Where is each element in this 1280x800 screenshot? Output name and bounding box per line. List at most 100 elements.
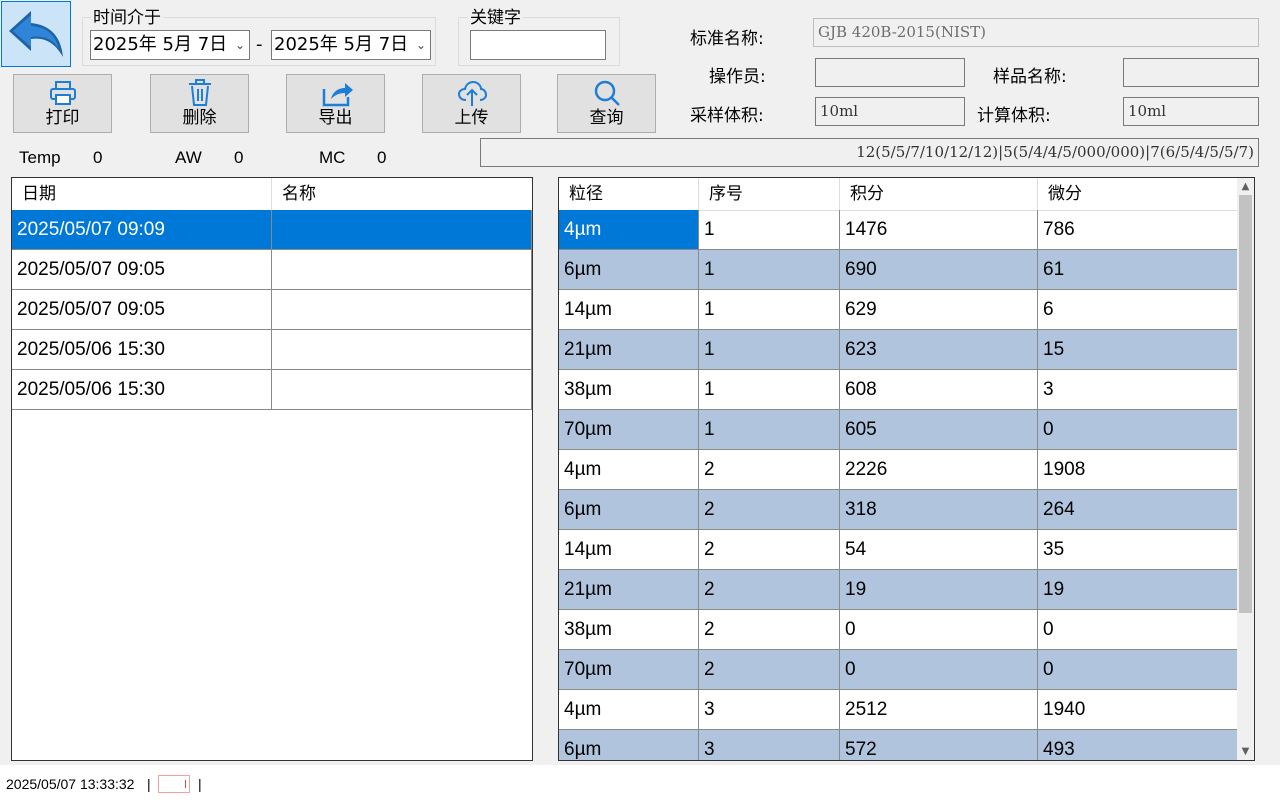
table-row[interactable]: 70µm 2 0 0 [559,650,1238,690]
differential-cell[interactable]: 1940 [1038,690,1238,730]
sequence-cell[interactable]: 1 [699,210,840,250]
export-button[interactable]: 导出 [286,74,385,133]
record-name-cell[interactable] [272,290,532,330]
sequence-cell[interactable]: 2 [699,450,840,490]
differential-cell[interactable]: 786 [1038,210,1238,250]
table-row[interactable]: 2025/05/06 15:30 [12,330,532,370]
operator-field[interactable] [815,58,965,87]
record-name-cell[interactable] [272,210,532,250]
differential-cell[interactable]: 6 [1038,290,1238,330]
integral-cell[interactable]: 0 [840,610,1038,650]
table-row[interactable]: 6µm 2 318 264 [559,490,1238,530]
column-header-index[interactable]: 序号 [699,178,840,210]
sequence-cell[interactable]: 2 [699,610,840,650]
scroll-up-icon[interactable]: ▲ [1237,178,1254,195]
particle-size-cell[interactable]: 4µm [559,210,699,250]
integral-cell[interactable]: 318 [840,490,1038,530]
integral-cell[interactable]: 623 [840,330,1038,370]
sequence-cell[interactable]: 2 [699,530,840,570]
particle-size-cell[interactable]: 21µm [559,570,699,610]
scrollbar-thumb[interactable] [1239,195,1252,613]
differential-cell[interactable]: 264 [1038,490,1238,530]
sequence-cell[interactable]: 2 [699,570,840,610]
particle-size-cell[interactable]: 70µm [559,410,699,450]
integral-cell[interactable]: 629 [840,290,1038,330]
record-name-cell[interactable] [272,370,532,410]
table-row[interactable]: 2025/05/06 15:30 [12,370,532,410]
record-date-cell[interactable]: 2025/05/06 15:30 [12,370,272,410]
sample-name-field[interactable] [1123,58,1259,87]
particle-size-cell[interactable]: 6µm [559,250,699,290]
sequence-cell[interactable]: 1 [699,290,840,330]
table-row[interactable]: 4µm 1 1476 786 [559,210,1238,250]
particle-table-scrollbar[interactable]: ▲ ▼ [1237,178,1254,760]
sequence-cell[interactable]: 3 [699,730,840,760]
integral-cell[interactable]: 605 [840,410,1038,450]
sequence-cell[interactable]: 1 [699,370,840,410]
sample-volume-field[interactable]: 10ml [815,97,965,126]
integral-cell[interactable]: 2512 [840,690,1038,730]
calc-volume-field[interactable]: 10ml [1123,97,1259,126]
differential-cell[interactable]: 0 [1038,410,1238,450]
delete-button[interactable]: 删除 [150,74,249,133]
differential-cell[interactable]: 61 [1038,250,1238,290]
column-header-name[interactable]: 名称 [272,178,532,210]
sequence-cell[interactable]: 1 [699,250,840,290]
differential-cell[interactable]: 19 [1038,570,1238,610]
column-header-integral[interactable]: 积分 [840,178,1038,210]
table-row[interactable]: 2025/05/07 09:05 [12,250,532,290]
differential-cell[interactable]: 3 [1038,370,1238,410]
chevron-down-icon[interactable]: ⌄ [235,31,245,59]
record-date-cell[interactable]: 2025/05/07 09:05 [12,290,272,330]
grade-summary-field[interactable]: 12(5/5/7/10/12/12)|5(5/4/4/5/000/000)|7(… [480,138,1259,167]
particle-table[interactable]: 粒径 序号 积分 微分 4µm 1 1476 786 6µm 1 690 61 14µm 1 629… [558,177,1255,761]
integral-cell[interactable]: 1476 [840,210,1038,250]
table-row[interactable]: 70µm 1 605 0 [559,410,1238,450]
table-row[interactable]: 6µm 3 572 493 [559,730,1238,760]
particle-size-cell[interactable]: 14µm [559,290,699,330]
column-header-differential[interactable]: 微分 [1038,178,1238,210]
table-row[interactable]: 21µm 2 19 19 [559,570,1238,610]
table-row[interactable]: 6µm 1 690 61 [559,250,1238,290]
table-row[interactable]: 14µm 1 629 6 [559,290,1238,330]
particle-size-cell[interactable]: 4µm [559,690,699,730]
record-name-cell[interactable] [272,250,532,290]
integral-cell[interactable]: 2226 [840,450,1038,490]
records-table[interactable]: 日期 名称 2025/05/07 09:09 2025/05/07 09:05 20… [11,177,533,761]
date-to-picker[interactable]: 2025年 5月 7日 ⌄ [271,30,431,60]
particle-size-cell[interactable]: 70µm [559,650,699,690]
sequence-cell[interactable]: 2 [699,490,840,530]
query-button[interactable]: 查询 [557,74,656,133]
particle-size-cell[interactable]: 14µm [559,530,699,570]
table-row[interactable]: 2025/05/07 09:05 [12,290,532,330]
particle-size-cell[interactable]: 38µm [559,610,699,650]
sequence-cell[interactable]: 3 [699,690,840,730]
scroll-down-icon[interactable]: ▼ [1237,743,1254,760]
differential-cell[interactable]: 493 [1038,730,1238,760]
table-row[interactable]: 4µm 3 2512 1940 [559,690,1238,730]
sequence-cell[interactable]: 1 [699,410,840,450]
print-button[interactable]: 打印 [13,74,112,133]
table-row[interactable]: 14µm 2 54 35 [559,530,1238,570]
column-header-size[interactable]: 粒径 [559,178,699,210]
table-row[interactable]: 4µm 2 2226 1908 [559,450,1238,490]
date-from-picker[interactable]: 2025年 5月 7日 ⌄ [90,30,250,60]
record-date-cell[interactable]: 2025/05/07 09:09 [12,210,272,250]
table-row[interactable]: 2025/05/07 09:09 [12,210,532,250]
keyword-input[interactable] [470,30,606,60]
particle-size-cell[interactable]: 21µm [559,330,699,370]
record-name-cell[interactable] [272,330,532,370]
sequence-cell[interactable]: 1 [699,330,840,370]
sequence-cell[interactable]: 2 [699,650,840,690]
differential-cell[interactable]: 0 [1038,610,1238,650]
table-row[interactable]: 38µm 1 608 3 [559,370,1238,410]
back-button[interactable] [1,1,71,67]
particle-size-cell[interactable]: 4µm [559,450,699,490]
integral-cell[interactable]: 0 [840,650,1038,690]
column-header-date[interactable]: 日期 [12,178,272,210]
differential-cell[interactable]: 35 [1038,530,1238,570]
particle-size-cell[interactable]: 38µm [559,370,699,410]
table-row[interactable]: 21µm 1 623 15 [559,330,1238,370]
upload-button[interactable]: 上传 [422,74,521,133]
differential-cell[interactable]: 0 [1038,650,1238,690]
